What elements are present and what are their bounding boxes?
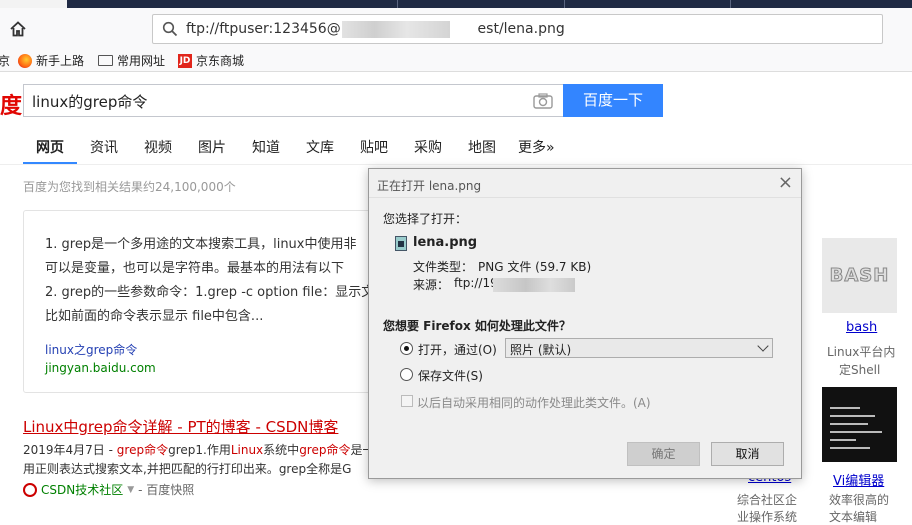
sidebar-desc: 效率很高的: [829, 493, 890, 507]
bookmark-getting-started[interactable]: 新手上路: [18, 52, 84, 69]
vi-image[interactable]: [822, 387, 897, 462]
caret-down-icon[interactable]: ▼: [127, 485, 134, 495]
file-name: lena.png: [413, 235, 478, 250]
tab-separator: [564, 0, 565, 8]
image-file-icon: [395, 236, 407, 251]
save-file-radio[interactable]: [400, 368, 413, 381]
sidebar-link-bash[interactable]: bash: [846, 320, 877, 335]
jd-icon: JD: [178, 53, 192, 68]
sidebar-desc: 定Shell: [839, 363, 881, 377]
tab-news[interactable]: 资讯: [90, 137, 118, 157]
bookmark-truncated[interactable]: 京: [0, 52, 10, 69]
tab-separator: [397, 0, 398, 8]
cancel-button[interactable]: 取消: [711, 442, 784, 466]
firefox-icon: [18, 53, 32, 68]
sidebar-desc: 综合社区企: [737, 493, 798, 507]
ok-button[interactable]: 确定: [627, 442, 700, 466]
csdn-icon: [23, 482, 37, 497]
result-snippet: 2019年4月7日 - grep命令grep1.作用Linux系统中grep命令…: [23, 443, 375, 457]
camera-icon[interactable]: [533, 93, 553, 109]
bookmark-common-sites[interactable]: 常用网址: [98, 52, 165, 69]
tab-more[interactable]: 更多»: [518, 137, 555, 157]
source-label: 来源：: [413, 278, 450, 292]
answer-card: 1. grep是一个多用途的文本搜索工具，linux中使用非 可以是变量，也可以…: [23, 210, 403, 393]
result-source-link[interactable]: CSDN技术社区: [41, 481, 123, 498]
tab-tieba[interactable]: 贴吧: [360, 137, 388, 157]
tab-procurement[interactable]: 采购: [414, 137, 442, 157]
result-snippet: 用正则表达式搜索文本,并把匹配的行打印出来。grep全称是G: [23, 462, 352, 476]
bookmark-jd-mall[interactable]: JD 京东商城: [178, 52, 244, 69]
search-query: linux的grep命令: [32, 93, 148, 111]
baidu-logo[interactable]: 度: [0, 88, 22, 120]
tab-images[interactable]: 图片: [198, 137, 226, 157]
save-file-label[interactable]: 保存文件(S): [418, 367, 483, 384]
tab-web[interactable]: 网页: [36, 137, 64, 157]
application-select-value: 照片 (默认): [510, 343, 572, 357]
tab-map[interactable]: 地图: [468, 137, 496, 157]
handling-question: 您想要 Firefox 如何处理此文件？: [383, 319, 571, 333]
snapshot-link[interactable]: - 百度快照: [138, 481, 194, 498]
redacted-source: [493, 278, 575, 292]
result-title-link[interactable]: Linux中grep命令详解 - PT的博客 - CSDN博客: [23, 416, 338, 437]
result-source: CSDN技术社区 ▼ - 百度快照: [23, 481, 194, 498]
card-line: 比如前面的命令表示显示 file中包含...: [45, 309, 264, 324]
active-tab-indicator: [23, 162, 77, 164]
auto-action-checkbox[interactable]: [401, 395, 413, 407]
file-type-value: PNG 文件 (59.7 KB): [478, 260, 592, 274]
application-select[interactable]: 照片 (默认): [505, 338, 773, 358]
result-count: 百度为您找到相关结果约24,100,000个: [23, 180, 236, 194]
card-line: 2. grep的一些参数命令：1.grep -c option file：显示文: [45, 285, 375, 300]
home-icon[interactable]: [9, 20, 27, 38]
tab-bar[interactable]: [67, 0, 912, 8]
card-source[interactable]: jingyan.baidu.com: [45, 361, 156, 375]
search-input[interactable]: linux的grep命令: [23, 84, 563, 117]
tab-video[interactable]: 视频: [144, 137, 172, 157]
navigation-toolbar: ftp://ftpuser:123456@19 est/lena.png: [0, 8, 912, 48]
file-type-label: 文件类型：: [413, 260, 474, 274]
close-icon[interactable]: ×: [778, 173, 793, 193]
card-line: 1. grep是一个多用途的文本搜索工具，linux中使用非: [45, 237, 357, 252]
bash-image[interactable]: BASH: [822, 238, 897, 313]
sidebar-desc: Linux平台内: [827, 345, 896, 359]
folder-icon: [98, 55, 113, 66]
sidebar-link-vi[interactable]: Vi编辑器: [833, 470, 884, 489]
tab-zhidao[interactable]: 知道: [252, 137, 280, 157]
sidebar-desc: 业操作系统: [737, 510, 798, 524]
url-bar[interactable]: ftp://ftpuser:123456@19 est/lena.png: [152, 14, 883, 44]
search-tabs: 网页 资讯 视频 图片 知道 文库 贴吧 采购 地图 更多»: [0, 130, 912, 165]
tab-strip: [0, 0, 912, 8]
search-icon: [162, 21, 178, 37]
open-file-dialog: 正在打开 lena.png × 您选择了打开： lena.png 文件类型： P…: [368, 168, 802, 479]
tab-separator: [730, 0, 731, 8]
chosen-label: 您选择了打开：: [383, 212, 468, 226]
chevron-down-icon: [757, 340, 769, 352]
dialog-body: 您选择了打开： lena.png 文件类型： PNG 文件 (59.7 KB) …: [369, 197, 801, 478]
card-line: 可以是变量，也可以是字符串。最基本的用法有以下: [45, 261, 345, 276]
search-button[interactable]: 百度一下: [563, 84, 663, 117]
dialog-title: 正在打开 lena.png: [377, 179, 482, 193]
open-with-radio[interactable]: [400, 342, 413, 355]
bookmarks-toolbar: 京 新手上路 常用网址 JD 京东商城: [0, 48, 912, 72]
card-link[interactable]: linux之grep命令: [45, 341, 137, 358]
open-with-label[interactable]: 打开，通过(O): [418, 341, 497, 358]
tab-wenku[interactable]: 文库: [306, 137, 334, 157]
sidebar-desc: 文本编辑: [829, 510, 878, 524]
auto-action-label: 以后自动采用相同的动作处理此类文件。(A): [417, 396, 651, 410]
redacted-host: [342, 21, 450, 38]
